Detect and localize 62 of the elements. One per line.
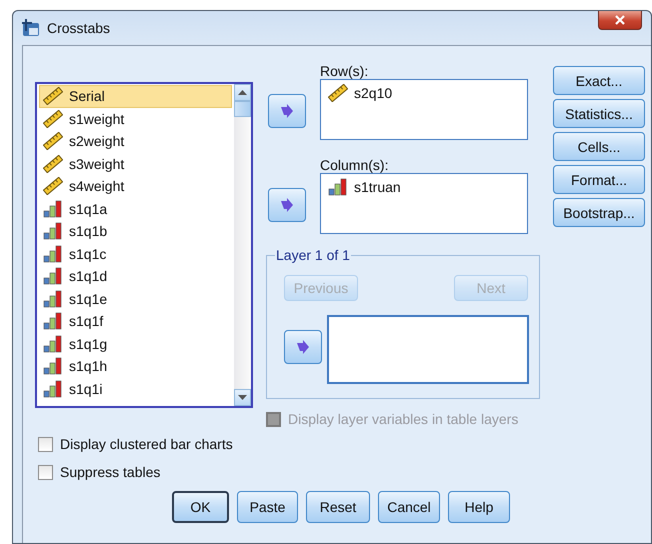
variable-item[interactable]: s1q1e bbox=[39, 288, 232, 310]
variable-item[interactable]: Serial bbox=[39, 85, 232, 108]
dialog-button[interactable]: Format... bbox=[553, 165, 645, 194]
layer-title: Layer 1 of 1 bbox=[275, 247, 351, 263]
variable-item[interactable]: s1q1g bbox=[39, 332, 232, 355]
variable-item[interactable]: s2q10 bbox=[324, 82, 524, 104]
checkbox[interactable] bbox=[38, 436, 53, 452]
variable-item[interactable]: s2weight bbox=[39, 130, 232, 152]
checkbox-label: Suppress tables bbox=[60, 464, 160, 480]
app-icon bbox=[21, 19, 41, 37]
scroll-down-icon[interactable] bbox=[238, 395, 247, 400]
bar-chart-icon bbox=[328, 178, 348, 196]
checkbox-label: Display layer variables in table layers bbox=[288, 411, 518, 427]
dialog-button[interactable]: Paste bbox=[237, 491, 298, 523]
bar-chart-icon bbox=[43, 380, 63, 398]
bar-chart-icon bbox=[43, 244, 63, 263]
layer-list[interactable] bbox=[327, 315, 529, 384]
arrow-icon bbox=[280, 104, 294, 118]
checkbox-label: Display clustered bar charts bbox=[60, 436, 233, 452]
arrow-icon bbox=[280, 198, 294, 212]
variable-item[interactable]: s1q1a bbox=[39, 198, 232, 220]
variable-item[interactable]: s1q1f bbox=[39, 310, 232, 332]
move-to-rows-button[interactable] bbox=[268, 94, 306, 128]
arrow-icon bbox=[296, 340, 310, 354]
close-icon bbox=[615, 15, 625, 25]
rows-label: Row(s): bbox=[320, 62, 370, 79]
columns-list[interactable]: s1truan bbox=[320, 173, 528, 234]
dialog-button[interactable]: Exact... bbox=[553, 66, 645, 95]
bar-chart-icon bbox=[43, 357, 63, 376]
bar-chart-icon bbox=[43, 200, 63, 218]
dialog-button[interactable]: Reset bbox=[306, 491, 370, 523]
columns-label: Column(s): bbox=[320, 156, 390, 173]
variable-item[interactable]: s1q1b bbox=[39, 220, 232, 242]
bar-chart-icon bbox=[43, 222, 63, 240]
checkbox[interactable] bbox=[38, 464, 53, 480]
bar-chart-icon bbox=[43, 267, 63, 286]
variable-item[interactable]: s1truan bbox=[324, 176, 524, 198]
variable-item[interactable]: s1q1c bbox=[39, 242, 232, 265]
dialog-button[interactable]: OK bbox=[172, 491, 229, 523]
variable-item[interactable]: s3weight bbox=[39, 152, 232, 175]
bar-chart-icon bbox=[43, 312, 63, 330]
scrollbar[interactable] bbox=[234, 84, 251, 406]
close-button[interactable] bbox=[598, 11, 642, 30]
dialog-button[interactable]: Cancel bbox=[378, 491, 440, 523]
dialog-button[interactable]: Statistics... bbox=[553, 99, 645, 128]
dialog-button[interactable]: Help bbox=[448, 491, 510, 523]
ruler-icon bbox=[43, 87, 63, 106]
move-to-layer-button[interactable] bbox=[284, 330, 322, 364]
dialog-button[interactable]: Bootstrap... bbox=[553, 198, 645, 227]
variable-item[interactable]: s1q1d bbox=[39, 265, 232, 288]
scroll-thumb[interactable] bbox=[234, 101, 251, 117]
dialog-button[interactable]: Cells... bbox=[553, 132, 645, 161]
scroll-up-icon[interactable] bbox=[238, 90, 247, 95]
variable-item[interactable]: s1weight bbox=[39, 108, 232, 130]
variable-item[interactable]: s4weight bbox=[39, 175, 232, 198]
bar-chart-icon bbox=[43, 334, 63, 353]
move-to-columns-button[interactable] bbox=[268, 188, 306, 222]
bar-chart-icon bbox=[43, 290, 63, 308]
variable-item[interactable]: s1q1h bbox=[39, 355, 232, 378]
rows-list[interactable]: s2q10 bbox=[320, 79, 528, 140]
variable-item[interactable]: s1q1i bbox=[39, 378, 232, 400]
window-title: Crosstabs bbox=[47, 20, 110, 36]
